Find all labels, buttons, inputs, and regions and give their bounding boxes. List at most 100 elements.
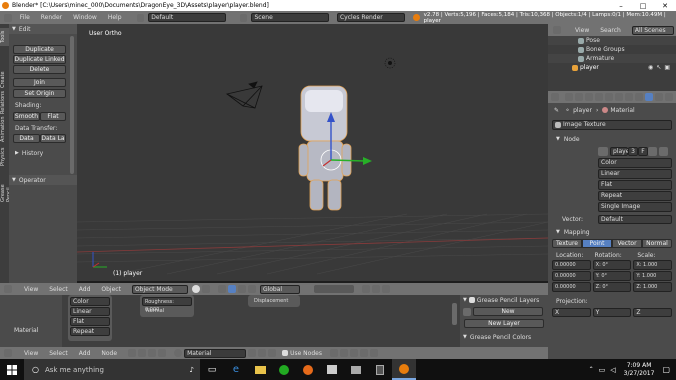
- maximize-button[interactable]: □: [632, 2, 654, 10]
- lock-icon[interactable]: [361, 285, 370, 293]
- tab-tools[interactable]: Tools: [0, 28, 9, 46]
- scene-icon[interactable]: [239, 13, 248, 22]
- node-repeat-dropdown[interactable]: Repeat: [70, 327, 110, 336]
- image-users-field[interactable]: 3: [628, 146, 638, 156]
- world-icon[interactable]: [148, 349, 157, 357]
- menu-render[interactable]: Render: [41, 14, 62, 21]
- select-arrow-icon[interactable]: ↖: [656, 64, 661, 71]
- render-engine-select[interactable]: Cycles Render: [336, 13, 405, 22]
- location-x-field[interactable]: 0.00000: [552, 260, 591, 270]
- texture-tab-icon[interactable]: [645, 93, 653, 101]
- properties-editor-icon[interactable]: [551, 93, 559, 101]
- use-nodes-checkbox-icon[interactable]: [282, 350, 289, 356]
- texture-type-select[interactable]: Image Texture: [552, 120, 672, 130]
- menu-view[interactable]: View: [24, 286, 38, 293]
- menu-window[interactable]: Window: [73, 14, 97, 21]
- projection-z-select[interactable]: Z: [633, 307, 673, 317]
- fake-user-button[interactable]: F: [638, 146, 648, 156]
- clock[interactable]: 7:09 AM 3/27/2017: [624, 362, 655, 378]
- task-view-icon[interactable]: ▭: [200, 365, 224, 375]
- editor-type-icon[interactable]: [4, 285, 12, 293]
- node-editor[interactable]: Material Color Linear Flat Repeat Roughn…: [0, 295, 548, 347]
- menu-add[interactable]: Add: [79, 286, 91, 293]
- snap-icon[interactable]: [339, 349, 348, 357]
- menu-view[interactable]: View: [24, 350, 38, 357]
- mapping-tab-vector[interactable]: Vector: [612, 238, 642, 248]
- pin-icon[interactable]: ✎: [554, 107, 559, 114]
- extension-select[interactable]: Repeat: [598, 191, 672, 201]
- gp-new-button[interactable]: New: [473, 307, 543, 316]
- edge-browser-icon[interactable]: e: [224, 364, 248, 375]
- close-window-button[interactable]: ✕: [654, 2, 676, 10]
- menu-add[interactable]: Add: [79, 350, 91, 357]
- rotate-icon[interactable]: [247, 285, 256, 293]
- volume-icon[interactable]: ◁: [610, 366, 615, 374]
- node-panel-header[interactable]: ▼ Node: [548, 133, 676, 145]
- unlink-icon[interactable]: [268, 349, 277, 357]
- projection-x-select[interactable]: X: [552, 307, 591, 317]
- render-preview-icon[interactable]: [381, 285, 390, 293]
- unlink-image-icon[interactable]: [659, 146, 668, 156]
- color-space-select[interactable]: Color: [598, 158, 672, 168]
- layout-icon[interactable]: [136, 13, 145, 22]
- scale-x-field[interactable]: X: 1.000: [633, 260, 673, 270]
- add-material-icon[interactable]: [258, 349, 267, 357]
- calculator-icon[interactable]: [368, 364, 392, 375]
- data-layout-button[interactable]: Data La: [40, 134, 66, 143]
- mapping-tab-texture[interactable]: Texture: [552, 238, 582, 248]
- paste-icon[interactable]: [369, 349, 378, 357]
- layout-select[interactable]: Default: [148, 13, 226, 22]
- node-linear-dropdown[interactable]: Linear: [70, 307, 110, 316]
- display-mode-select[interactable]: All Scenes: [631, 25, 674, 35]
- orientation-select[interactable]: Global: [259, 284, 300, 294]
- rotation-z-field[interactable]: Z: 0°: [592, 282, 632, 292]
- object-tab-icon[interactable]: [605, 93, 613, 101]
- scale-y-field[interactable]: Y: 1.000: [633, 271, 673, 281]
- material-tab-icon[interactable]: [635, 93, 643, 101]
- microphone-icon[interactable]: ♪: [190, 366, 194, 374]
- shading-mode-icon[interactable]: [191, 285, 200, 293]
- vector-select[interactable]: Default: [598, 214, 672, 224]
- menu-select[interactable]: Select: [49, 350, 68, 357]
- image-texture-node[interactable]: Color Linear Flat Repeat: [68, 295, 112, 341]
- render-layers-tab-icon[interactable]: [575, 93, 583, 101]
- cortana-search-box[interactable]: ○ Ask me anything ♪: [24, 359, 200, 380]
- menu-search[interactable]: Search: [600, 27, 621, 34]
- gp-colors-header[interactable]: ▼ Grease Pencil Colors: [460, 332, 548, 342]
- backdrop-icon[interactable]: [329, 349, 338, 357]
- checkbox-icon[interactable]: [468, 297, 475, 303]
- location-z-field[interactable]: 0.00000: [552, 282, 591, 292]
- firefox-icon[interactable]: [296, 364, 320, 375]
- mapping-panel-header[interactable]: ▼ Mapping: [548, 226, 676, 238]
- menu-object[interactable]: Object: [101, 286, 121, 293]
- menu-view[interactable]: View: [575, 27, 589, 34]
- menu-help[interactable]: Help: [108, 14, 122, 21]
- fake-user-icon[interactable]: [248, 349, 257, 357]
- rotation-y-field[interactable]: Y: 0°: [592, 271, 632, 281]
- render-camera-icon[interactable]: ▣: [664, 64, 670, 71]
- editor-type-icon[interactable]: [4, 349, 12, 357]
- principled-node[interactable]: Roughness: 0.000 Normal: [140, 295, 194, 317]
- roughness-field[interactable]: Roughness: 0.000: [142, 297, 192, 313]
- operator-panel-header[interactable]: ▼ Operator: [9, 175, 77, 185]
- menu-file[interactable]: File: [20, 14, 30, 21]
- mapping-tab-point[interactable]: Point: [582, 238, 612, 248]
- blender-taskbar-icon[interactable]: [392, 359, 416, 380]
- snap-icon[interactable]: [371, 285, 380, 293]
- tray-chevron-icon[interactable]: ⌃: [589, 366, 594, 373]
- copy-icon[interactable]: [359, 349, 368, 357]
- flat-button[interactable]: Flat: [40, 112, 66, 121]
- output-node[interactable]: Displacement: [248, 295, 300, 307]
- shader-type-icon[interactable]: [128, 349, 137, 357]
- rotation-x-field[interactable]: X: 0°: [592, 260, 632, 270]
- gp-layers-header[interactable]: ▼ Grease Pencil Layers: [460, 295, 548, 305]
- world-tab-icon[interactable]: [595, 93, 603, 101]
- object-icon[interactable]: [138, 349, 147, 357]
- minimize-button[interactable]: –: [610, 2, 632, 10]
- projection-y-select[interactable]: Y: [592, 307, 632, 317]
- location-y-field[interactable]: 0.00000: [552, 271, 591, 281]
- network-icon[interactable]: ▭: [599, 366, 606, 374]
- file-explorer-icon[interactable]: [248, 365, 272, 374]
- auto-offset-icon[interactable]: [349, 349, 358, 357]
- store-icon[interactable]: [320, 365, 344, 374]
